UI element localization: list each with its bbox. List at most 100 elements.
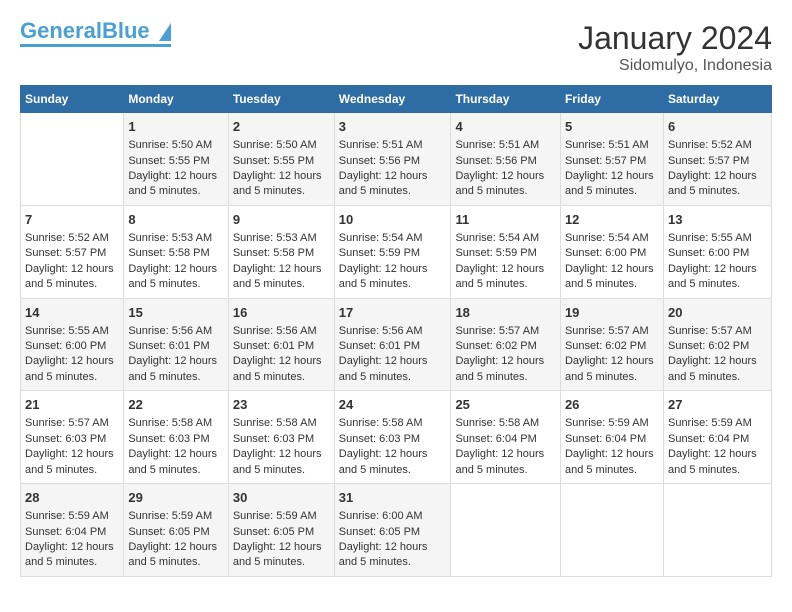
calendar-week-3: 14Sunrise: 5:55 AMSunset: 6:00 PMDayligh… [21,298,772,391]
daylight-text: Daylight: 12 hours and 5 minutes. [339,169,447,200]
sunrise-text: Sunrise: 5:59 AM [25,509,119,524]
sunrise-text: Sunrise: 5:51 AM [565,138,659,153]
sunrise-text: Sunrise: 6:00 AM [339,509,447,524]
sunset-text: Sunset: 6:03 PM [25,432,119,447]
calendar-cell: 8Sunrise: 5:53 AMSunset: 5:58 PMDaylight… [124,205,229,298]
sunrise-text: Sunrise: 5:50 AM [233,138,330,153]
sunrise-text: Sunrise: 5:57 AM [668,324,767,339]
sunset-text: Sunset: 6:00 PM [565,246,659,261]
calendar-cell: 17Sunrise: 5:56 AMSunset: 6:01 PMDayligh… [334,298,451,391]
daylight-text: Daylight: 12 hours and 5 minutes. [128,169,224,200]
logo-general: General [20,18,102,43]
calendar-cell: 30Sunrise: 5:59 AMSunset: 6:05 PMDayligh… [228,484,334,577]
sunrise-text: Sunrise: 5:55 AM [25,324,119,339]
logo-line [20,44,171,47]
day-number: 8 [128,211,224,229]
sunrise-text: Sunrise: 5:59 AM [565,416,659,431]
logo-text: GeneralBlue [20,20,171,42]
calendar-cell: 22Sunrise: 5:58 AMSunset: 6:03 PMDayligh… [124,391,229,484]
sunset-text: Sunset: 6:05 PM [128,525,224,540]
sunset-text: Sunset: 6:05 PM [233,525,330,540]
sunset-text: Sunset: 6:02 PM [455,339,556,354]
header-day-tuesday: Tuesday [228,86,334,113]
sunrise-text: Sunrise: 5:52 AM [668,138,767,153]
calendar-cell [663,484,771,577]
sunset-text: Sunset: 6:03 PM [128,432,224,447]
daylight-text: Daylight: 12 hours and 5 minutes. [455,262,556,293]
calendar-cell: 27Sunrise: 5:59 AMSunset: 6:04 PMDayligh… [663,391,771,484]
day-number: 11 [455,211,556,229]
day-number: 27 [668,396,767,414]
sunset-text: Sunset: 5:59 PM [339,246,447,261]
day-number: 31 [339,489,447,507]
sunrise-text: Sunrise: 5:51 AM [455,138,556,153]
calendar-cell: 19Sunrise: 5:57 AMSunset: 6:02 PMDayligh… [560,298,663,391]
calendar-cell: 7 Sunrise: 5:52 AMSunset: 5:57 PMDaylight… [21,205,124,298]
daylight-text: Daylight: 12 hours and 5 minutes. [233,169,330,200]
day-number: 16 [233,304,330,322]
daylight-text: Daylight: 12 hours and 5 minutes. [25,540,119,571]
sunset-text: Sunset: 6:00 PM [668,246,767,261]
calendar-cell: 24Sunrise: 5:58 AMSunset: 6:03 PMDayligh… [334,391,451,484]
sunrise-text: Sunrise: 5:57 AM [455,324,556,339]
day-number: 29 [128,489,224,507]
day-number: 7 [25,211,119,229]
calendar-cell: 5Sunrise: 5:51 AMSunset: 5:57 PMDaylight… [560,113,663,206]
sunset-text: Sunset: 5:58 PM [128,246,224,261]
sunrise-text: Sunrise: 5:50 AM [128,138,224,153]
header-day-friday: Friday [560,86,663,113]
sunrise-text: Sunrise: 5:59 AM [668,416,767,431]
sunset-text: Sunset: 6:04 PM [455,432,556,447]
day-number: 19 [565,304,659,322]
calendar-cell: 4Sunrise: 5:51 AMSunset: 5:56 PMDaylight… [451,113,561,206]
day-number: 4 [455,118,556,136]
sunrise-text: Sunrise: 5:58 AM [339,416,447,431]
calendar-cell [451,484,561,577]
calendar-cell: 11Sunrise: 5:54 AMSunset: 5:59 PMDayligh… [451,205,561,298]
title-section: January 2024 Sidomulyo, Indonesia [578,20,772,75]
calendar-cell: 15Sunrise: 5:56 AMSunset: 6:01 PMDayligh… [124,298,229,391]
sunset-text: Sunset: 5:57 PM [565,154,659,169]
day-number: 30 [233,489,330,507]
day-number: 25 [455,396,556,414]
daylight-text: Daylight: 12 hours and 5 minutes. [128,262,224,293]
sunset-text: Sunset: 5:57 PM [25,246,119,261]
sunset-text: Sunset: 6:02 PM [668,339,767,354]
sunset-text: Sunset: 5:56 PM [339,154,447,169]
daylight-text: Daylight: 12 hours and 5 minutes. [339,354,447,385]
sunset-text: Sunset: 5:55 PM [233,154,330,169]
daylight-text: Daylight: 12 hours and 5 minutes. [455,354,556,385]
calendar-cell [560,484,663,577]
day-number: 21 [25,396,119,414]
sunset-text: Sunset: 6:02 PM [565,339,659,354]
month-title: January 2024 [578,20,772,57]
calendar-cell: 13Sunrise: 5:55 AMSunset: 6:00 PMDayligh… [663,205,771,298]
day-number: 9 [233,211,330,229]
calendar-cell: 2Sunrise: 5:50 AMSunset: 5:55 PMDaylight… [228,113,334,206]
sunset-text: Sunset: 6:01 PM [128,339,224,354]
daylight-text: Daylight: 12 hours and 5 minutes. [668,169,767,200]
calendar-cell: 18Sunrise: 5:57 AMSunset: 6:02 PMDayligh… [451,298,561,391]
sunrise-text: Sunrise: 5:59 AM [128,509,224,524]
calendar-week-1: 1Sunrise: 5:50 AMSunset: 5:55 PMDaylight… [21,113,772,206]
day-number: 5 [565,118,659,136]
header-day-saturday: Saturday [663,86,771,113]
sunrise-text: Sunrise: 5:54 AM [455,231,556,246]
day-number: 12 [565,211,659,229]
day-number: 28 [25,489,119,507]
sunrise-text: Sunrise: 5:56 AM [128,324,224,339]
day-number: 20 [668,304,767,322]
sunrise-text: Sunrise: 5:56 AM [339,324,447,339]
daylight-text: Daylight: 12 hours and 5 minutes. [455,447,556,478]
sunrise-text: Sunrise: 5:58 AM [233,416,330,431]
daylight-text: Daylight: 12 hours and 5 minutes. [668,447,767,478]
daylight-text: Daylight: 12 hours and 5 minutes. [25,447,119,478]
calendar-cell: 10Sunrise: 5:54 AMSunset: 5:59 PMDayligh… [334,205,451,298]
daylight-text: Daylight: 12 hours and 5 minutes. [668,262,767,293]
daylight-text: Daylight: 12 hours and 5 minutes. [25,262,119,293]
sunrise-text: Sunrise: 5:52 AM [25,231,119,246]
calendar-cell: 29Sunrise: 5:59 AMSunset: 6:05 PMDayligh… [124,484,229,577]
sunrise-text: Sunrise: 5:55 AM [668,231,767,246]
calendar-cell: 3Sunrise: 5:51 AMSunset: 5:56 PMDaylight… [334,113,451,206]
sunrise-text: Sunrise: 5:51 AM [339,138,447,153]
